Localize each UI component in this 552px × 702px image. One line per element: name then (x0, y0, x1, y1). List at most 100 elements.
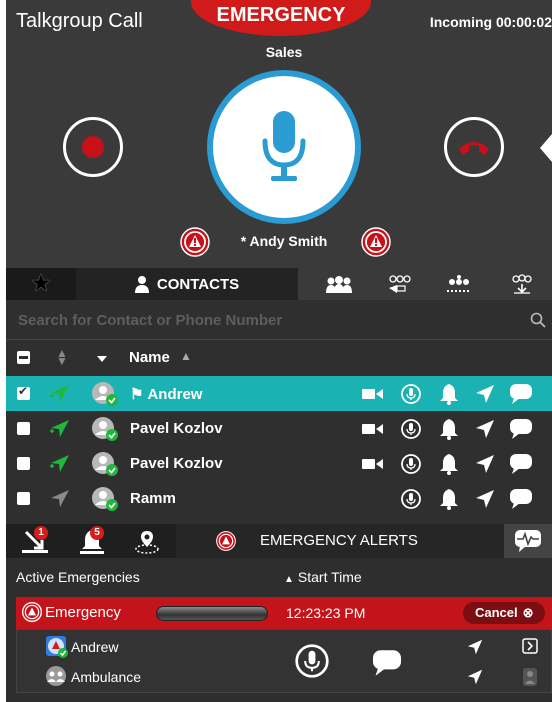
tab-groups[interactable] (309, 268, 369, 300)
location-icon[interactable] (467, 669, 483, 685)
row-actions (360, 451, 550, 476)
location-icon[interactable] (472, 381, 498, 406)
message-icon[interactable] (508, 451, 534, 476)
tab-contacts[interactable]: CONTACTS (76, 268, 298, 300)
chevron-down-icon[interactable] (97, 356, 107, 362)
list-header: ▲ ▼ Name ▲ (6, 340, 552, 376)
row-checkbox[interactable] (17, 384, 30, 400)
contact-row[interactable]: Pavel Kozlov (6, 446, 552, 481)
online-status-icon (50, 455, 69, 472)
tab-broadcast-groups[interactable] (369, 268, 429, 300)
ptt-call-icon[interactable] (398, 451, 424, 476)
contact-name: Ramm (130, 490, 176, 507)
collapse-arrow-icon[interactable] (540, 134, 552, 162)
contacts-tab-bar: ★ CONTACTS (6, 268, 552, 300)
search-bar (6, 300, 552, 340)
app-window: Talkgroup Call EMERGENCY Incoming 00:00:… (0, 0, 552, 702)
patch-group-icon (512, 274, 532, 294)
alerts-tab-bar: 1 5 EMERGENCY ALERTS (6, 524, 552, 558)
close-icon: ⊗ (522, 605, 534, 620)
message-icon[interactable] (508, 416, 534, 441)
record-icon (82, 136, 104, 158)
contact-search-input[interactable] (18, 308, 518, 332)
contact-list: ▲▼ Name ▲ ⚑Andrew (6, 300, 552, 524)
video-call-icon[interactable] (360, 451, 386, 476)
message-icon[interactable] (508, 486, 534, 511)
tab-missed-alerts[interactable]: 1 (22, 526, 52, 556)
emergency-progress-bar (156, 606, 268, 621)
emergency-alert-icon (22, 602, 42, 622)
status-sort-icon[interactable]: ▲ ▼ (56, 347, 68, 367)
flag-icon: ⚑ (130, 386, 144, 403)
tab-alerts[interactable]: 5 (80, 526, 110, 556)
push-to-talk-button[interactable] (207, 70, 361, 224)
emergency-alert-icon (216, 531, 236, 551)
tab-emergency-alerts[interactable]: EMERGENCY ALERTS (176, 524, 504, 558)
alert-icon[interactable] (436, 486, 462, 511)
hang-up-button[interactable] (444, 117, 504, 177)
alert-tab-icons: 1 5 (6, 524, 176, 558)
ptt-call-icon[interactable] (295, 644, 329, 678)
message-icon[interactable] (508, 381, 534, 406)
active-emergencies-panel: Active Emergencies ▲ Start Time Emergency… (6, 558, 552, 702)
emergency-alert-icon (361, 227, 391, 257)
online-status-icon (50, 385, 69, 402)
avatar (46, 636, 68, 658)
contact-row[interactable]: Ramm (6, 481, 552, 516)
ptt-call-icon[interactable] (398, 416, 424, 441)
search-icon[interactable] (530, 312, 546, 328)
tab-dynamic-groups[interactable] (429, 268, 489, 300)
video-call-icon[interactable] (360, 416, 386, 441)
contact-row[interactable]: Pavel Kozlov (6, 411, 552, 446)
tab-favorites[interactable]: ★ (6, 268, 76, 300)
expand-icon[interactable] (522, 638, 538, 654)
row-checkbox[interactable] (17, 422, 30, 435)
participant-name: Ambulance (71, 669, 142, 685)
call-title: Talkgroup Call (16, 10, 143, 32)
emergency-name: Emergency (45, 604, 121, 621)
alert-icon[interactable] (436, 416, 462, 441)
cancel-emergency-button[interactable]: Cancel ⊗ (463, 602, 545, 624)
sort-up-icon: ▲ (284, 574, 294, 585)
participant-row[interactable]: Andrew (17, 632, 552, 662)
missed-alerts-badge: 1 (34, 526, 48, 540)
alert-icon[interactable] (436, 381, 462, 406)
geofence-icon (135, 531, 159, 554)
tab-geofence[interactable] (134, 530, 164, 556)
tab-patch-groups[interactable] (492, 268, 552, 300)
name-sort-icon[interactable]: ▲ (180, 349, 192, 363)
location-icon[interactable] (467, 639, 483, 655)
chat-pulse-icon (515, 530, 541, 552)
contact-name: Pavel Kozlov (130, 455, 223, 472)
contact-name: ⚑ Andrew (130, 386, 203, 403)
tab-chat[interactable] (504, 524, 552, 558)
participant-row[interactable]: Ambulance (17, 662, 552, 692)
row-checkbox[interactable] (17, 492, 30, 505)
emergency-item[interactable]: Emergency 12:23:23 PM Cancel ⊗ (16, 597, 552, 629)
dynamic-group-icon (447, 275, 471, 292)
location-icon[interactable] (472, 486, 498, 511)
star-icon: ★ (30, 270, 52, 297)
participant-name: Andrew (71, 639, 119, 655)
avatar (92, 382, 118, 406)
ptt-call-icon[interactable] (398, 486, 424, 511)
alert-icon[interactable] (436, 451, 462, 476)
video-call-icon[interactable] (360, 381, 386, 406)
contact-row[interactable]: ⚑Andrew (6, 376, 552, 411)
group-avatar (46, 666, 66, 686)
start-time-header[interactable]: ▲ Start Time (284, 569, 362, 585)
active-emergencies-title: Active Emergencies (16, 569, 140, 585)
emergency-start-time: 12:23:23 PM (286, 605, 366, 621)
current-speaker: * Andy Smith (240, 233, 328, 249)
message-icon[interactable] (371, 649, 403, 677)
select-all-checkbox[interactable] (17, 351, 30, 364)
row-checkbox[interactable] (17, 457, 30, 470)
group-icon (326, 276, 352, 293)
ptt-call-icon[interactable] (398, 381, 424, 406)
name-column-header[interactable]: Name (129, 349, 170, 366)
location-icon[interactable] (472, 416, 498, 441)
location-icon[interactable] (472, 451, 498, 476)
record-button[interactable] (63, 117, 123, 177)
contact-name: Pavel Kozlov (130, 420, 223, 437)
row-actions (360, 381, 550, 406)
